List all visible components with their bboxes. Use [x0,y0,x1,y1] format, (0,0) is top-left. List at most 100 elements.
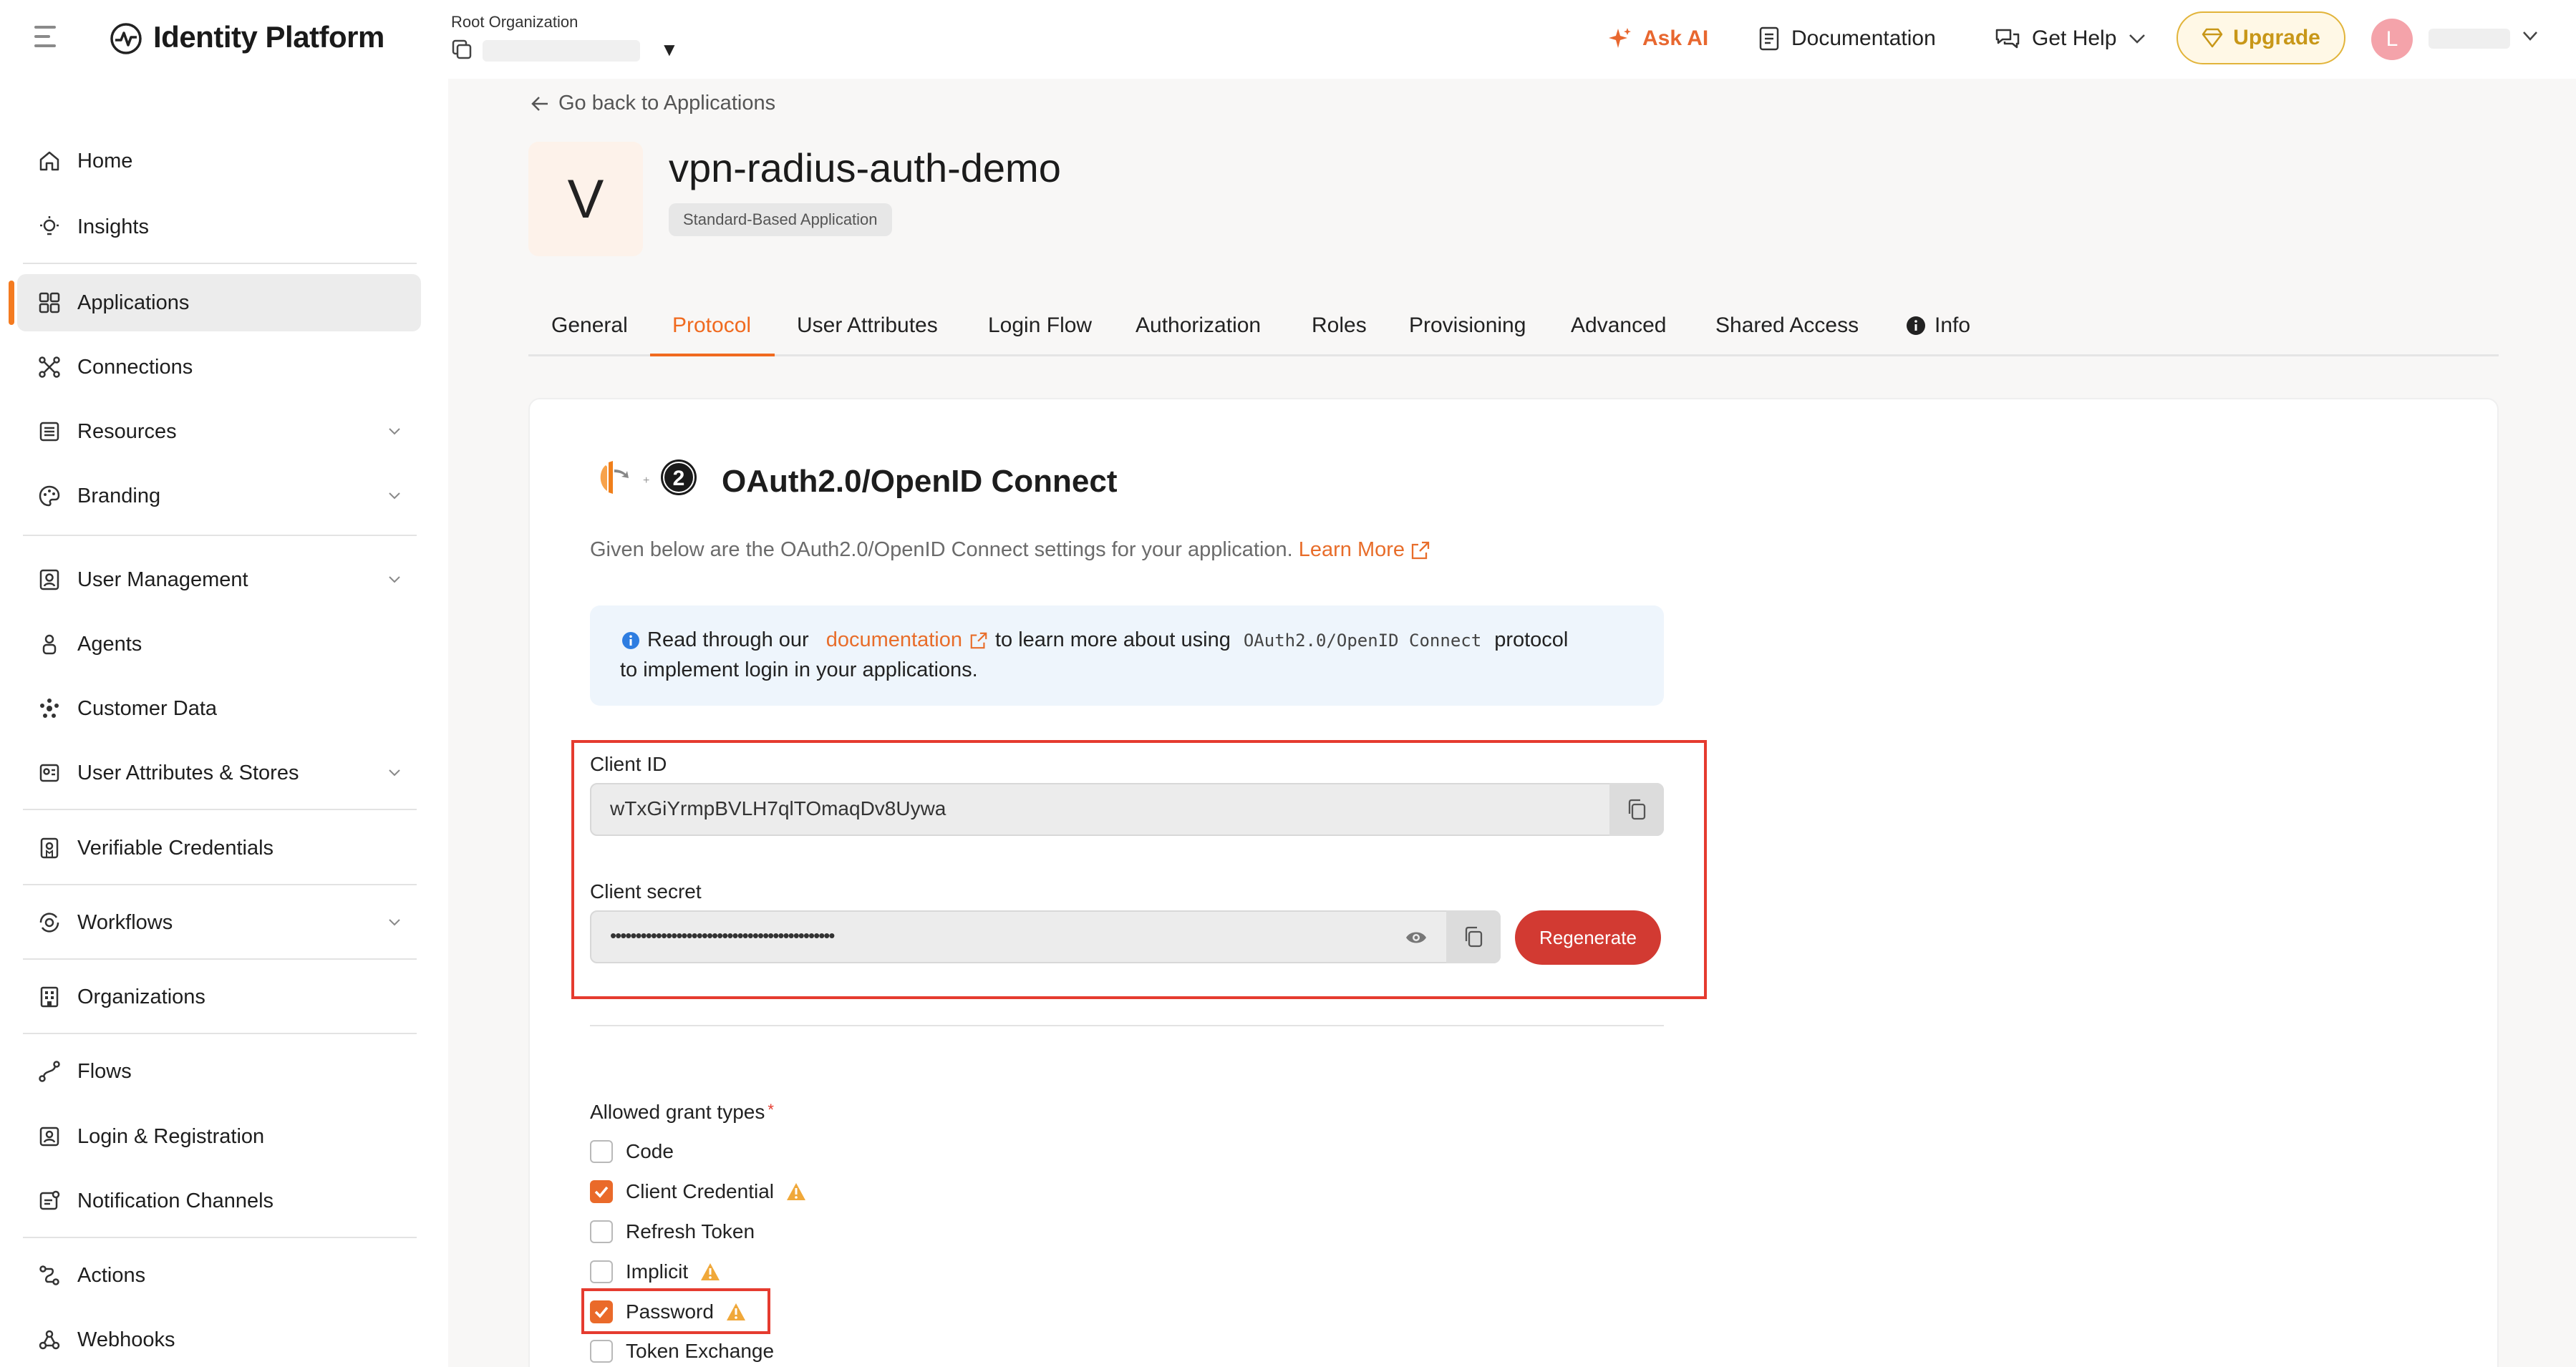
external-link-icon[interactable] [1410,540,1430,560]
info-end-text: protocol [1494,628,1569,651]
login-icon [37,1124,62,1149]
info-read-text: Read through our [647,628,809,651]
chevron-down-icon[interactable] [2520,26,2540,46]
grant-client-credential-label: Client Credential [626,1180,774,1202]
sidebar-item-branding[interactable]: Branding [17,467,421,525]
sidebar-item-customer-data[interactable]: Customer Data [17,680,421,737]
tab-info[interactable]: Info [1906,313,1970,338]
openid-oauth2-logo-icon: + 2 [600,459,697,495]
grant-refresh-token-checkbox[interactable] [590,1220,613,1243]
tab-login-flow[interactable]: Login Flow [988,313,1092,338]
username-redacted[interactable] [2429,29,2510,49]
show-secret-eye-icon[interactable] [1396,923,1436,952]
tab-protocol[interactable]: Protocol [672,313,751,338]
avatar[interactable]: L [2371,19,2413,60]
client-id-value: wTxGiYrmpBVLH7qlTOmaqDv8Uywa [610,797,946,819]
grant-types-label-text: Allowed grant types [590,1101,765,1123]
grant-refresh-token-label: Refresh Token [626,1220,755,1242]
documentation-link[interactable]: Documentation [1758,24,1936,53]
get-help-menu[interactable]: Get Help [1995,24,2146,53]
client-secret-value: ••••••••••••••••••••••••••••••••••••••••… [610,925,836,946]
attributes-icon [37,761,62,785]
sidebar-item-verifiable-credentials[interactable]: Verifiable Credentials [17,819,421,877]
documentation-inline-link[interactable]: documentation [826,628,962,652]
sidebar-item-applications[interactable]: Applications [17,274,421,331]
warning-icon[interactable] [725,1302,747,1322]
grant-code-option[interactable]: Code [590,1136,674,1167]
sidebar-item-insights[interactable]: Insights [17,198,421,256]
back-to-applications-link[interactable]: Go back to Applications [530,92,775,115]
menu-toggle-icon[interactable] [34,26,63,52]
sidebar-item-home[interactable]: Home [17,132,421,190]
info-alert-line-1: Read through our documentation to learn … [621,628,1568,652]
grant-types-label: Allowed grant types * [590,1101,774,1124]
lightbulb-icon [37,215,62,239]
sidebar-item-notification-channels[interactable]: Notification Channels [17,1172,421,1230]
brand-name[interactable]: Identity Platform [153,20,384,54]
copy-client-id-button[interactable] [1609,783,1664,836]
grant-implicit-checkbox[interactable] [590,1260,613,1283]
external-link-icon[interactable] [969,631,988,650]
warning-icon[interactable] [699,1262,721,1282]
grant-password-checkbox[interactable] [590,1300,613,1323]
grant-token-exchange-checkbox[interactable] [590,1340,613,1363]
checkmark-icon [594,1186,609,1198]
home-icon [37,149,62,173]
sidebar-item-actions[interactable]: Actions [17,1247,421,1304]
grant-token-exchange-label: Token Exchange [626,1340,775,1362]
chevron-down-icon[interactable]: ▼ [660,39,679,61]
sidebar-item-user-attributes-stores[interactable]: User Attributes & Stores [17,744,421,802]
sidebar-item-login-registration[interactable]: Login & Registration [17,1108,421,1165]
warning-icon[interactable] [785,1182,807,1202]
grant-password-option[interactable]: Password [590,1296,747,1328]
upgrade-button[interactable]: Upgrade [2176,11,2345,64]
chevron-down-icon [389,492,400,500]
org-name-redacted[interactable] [483,40,640,62]
connections-icon [37,355,62,379]
chevron-down-icon [389,919,400,926]
sidebar-item-flows[interactable]: Flows [17,1043,421,1100]
sidebar-item-user-management[interactable]: User Management [17,551,421,608]
grant-code-label: Code [626,1140,674,1162]
regenerate-secret-button[interactable]: Regenerate [1515,910,1661,965]
grant-client-credential-option[interactable]: Client Credential [590,1176,807,1207]
webhook-icon [37,1328,62,1352]
sidebar-item-organizations[interactable]: Organizations [17,968,421,1026]
flow-icon [37,1059,62,1084]
tab-authorization[interactable]: Authorization [1136,313,1261,338]
copy-icon [1628,799,1646,820]
tab-user-attributes[interactable]: User Attributes [797,313,938,338]
sidebar-divider [23,535,417,536]
sidebar-item-resources[interactable]: Resources [17,403,421,460]
copy-client-secret-button[interactable] [1446,910,1501,963]
palette-icon [37,484,62,508]
tab-shared-access[interactable]: Shared Access [1715,313,1859,338]
grant-refresh-token-option[interactable]: Refresh Token [590,1216,755,1247]
sidebar-item-workflows[interactable]: Workflows [17,894,421,951]
grant-token-exchange-option[interactable]: Token Exchange [590,1336,774,1367]
grant-code-checkbox[interactable] [590,1140,613,1163]
sidebar-divider [23,958,417,960]
grant-implicit-option[interactable]: Implicit [590,1256,721,1288]
grant-password-label: Password [626,1300,714,1323]
svg-text:+: + [643,475,649,487]
sidebar-item-agents[interactable]: Agents [17,616,421,673]
sidebar-item-connections[interactable]: Connections [17,339,421,396]
sidebar: Home Insights Applications Connections R… [0,79,448,1367]
resources-icon [37,419,62,444]
sidebar-divider [23,884,417,885]
organization-icon [452,39,472,59]
chevron-down-icon [389,769,400,777]
active-tab-indicator [650,354,775,356]
building-icon [37,985,62,1009]
tab-general[interactable]: General [551,313,628,338]
grant-client-credential-checkbox[interactable] [590,1180,613,1203]
checkmark-icon [594,1306,609,1318]
tab-advanced[interactable]: Advanced [1571,313,1666,338]
sidebar-item-webhooks[interactable]: Webhooks [17,1311,421,1367]
learn-more-link[interactable]: Learn More [1299,538,1405,562]
tab-provisioning[interactable]: Provisioning [1409,313,1526,338]
tab-roles[interactable]: Roles [1312,313,1367,338]
ask-ai-button[interactable]: Ask AI [1608,24,1708,53]
info-icon [1907,316,1925,335]
